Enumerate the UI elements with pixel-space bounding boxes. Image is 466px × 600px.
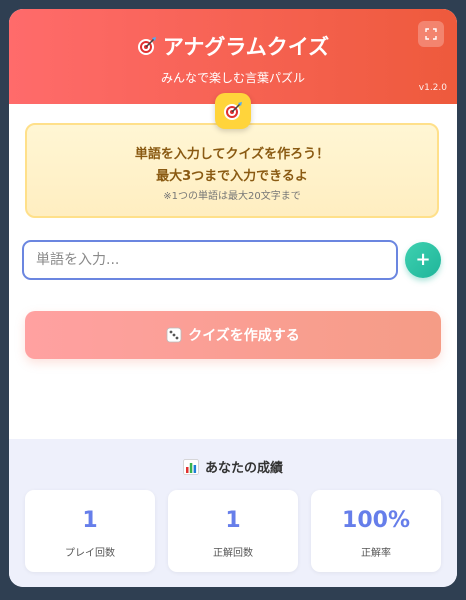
plus-icon: + — [415, 249, 431, 270]
header-badge — [215, 93, 251, 129]
add-word-button[interactable]: + — [405, 242, 441, 278]
create-quiz-button[interactable]: クイズを作成する — [25, 311, 441, 359]
dice-icon — [166, 327, 182, 343]
header: アナグラムクイズ みんなで楽しむ言葉パズル v1.2.0 — [9, 9, 457, 104]
app-title-text: アナグラムクイズ — [162, 35, 330, 59]
stat-label: 正解回数 — [213, 548, 253, 559]
expand-button[interactable] — [418, 21, 444, 47]
instruction-line-2: 最大3つまで入力できるよ — [156, 169, 308, 184]
create-quiz-label: クイズを作成する — [188, 328, 300, 344]
stat-label: プレイ回数 — [65, 548, 115, 559]
expand-icon — [425, 28, 437, 40]
stat-accuracy: 100% 正解率 — [311, 490, 441, 572]
instruction-note: ※1つの単語は最大20文字まで — [163, 191, 301, 202]
stat-value: 100% — [342, 508, 410, 533]
stats-title-text: あなたの成績 — [204, 461, 283, 476]
stat-value: 1 — [82, 508, 98, 533]
instruction-line-1: 単語を入力してクイズを作ろう！ — [134, 147, 330, 162]
stat-label: 正解率 — [361, 548, 391, 559]
stat-value: 1 — [225, 508, 241, 533]
stats-title: あなたの成績 — [9, 457, 457, 476]
dart-target-icon — [137, 37, 156, 55]
stats-panel: あなたの成績 1 プレイ回数 1 正解回数 100% 正解率 — [9, 439, 457, 587]
bar-chart-icon — [183, 458, 199, 475]
stat-correct-count: 1 正解回数 — [168, 490, 298, 572]
app-title: アナグラムクイズ — [9, 31, 457, 61]
dart-target-icon — [224, 102, 242, 120]
version-label: v1.2.0 — [418, 83, 447, 93]
word-input[interactable] — [22, 240, 398, 280]
instruction-box: 単語を入力してクイズを作ろう！ 最大3つまで入力できるよ ※1つの単語は最大20… — [25, 123, 439, 218]
app-card: アナグラムクイズ みんなで楽しむ言葉パズル v1.2.0 単語を入力してクイズを… — [9, 9, 457, 587]
app-subtitle: みんなで楽しむ言葉パズル — [160, 71, 305, 85]
stat-play-count: 1 プレイ回数 — [25, 490, 155, 572]
